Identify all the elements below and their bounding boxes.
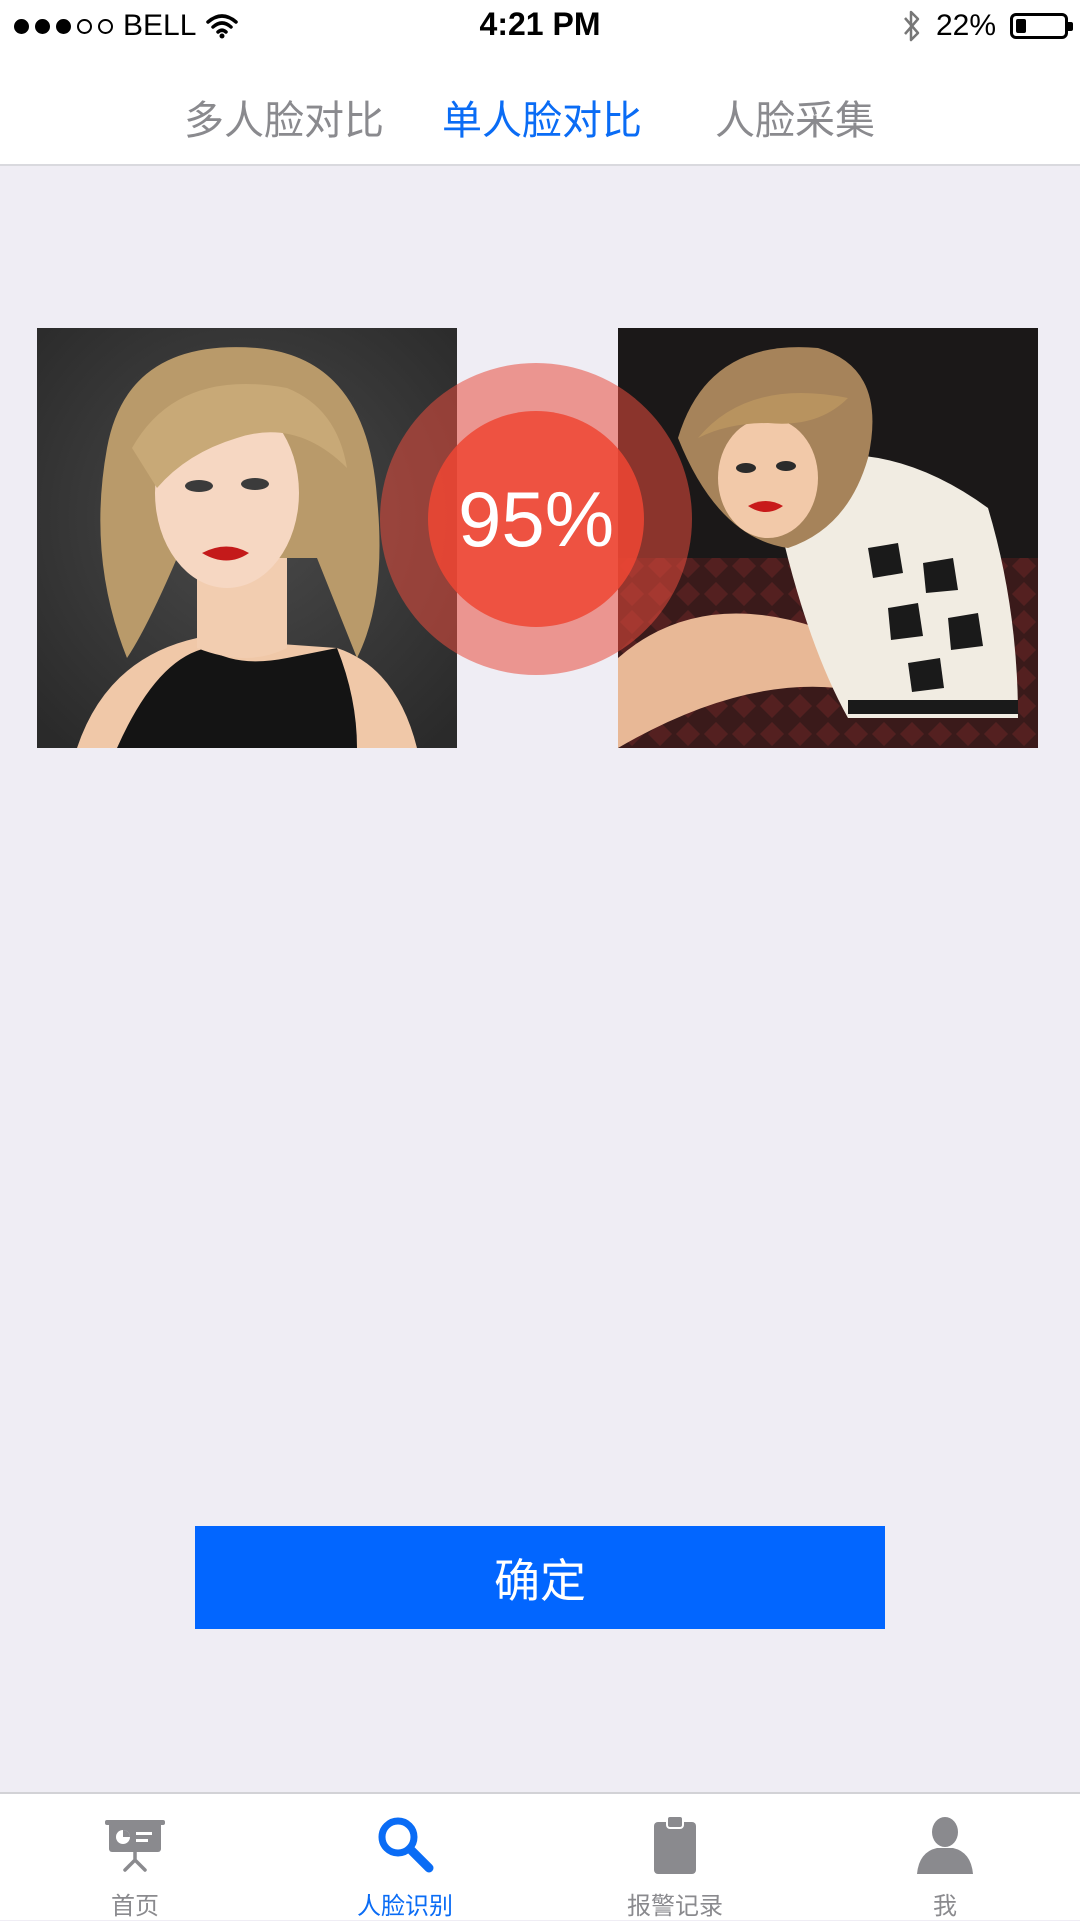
bottom-tab-me[interactable]: 我	[810, 1794, 1080, 1920]
battery-icon	[1010, 13, 1073, 39]
tab-face-capture[interactable]: 人脸采集	[715, 88, 875, 146]
clipboard-icon	[654, 1815, 696, 1874]
user-icon	[917, 1817, 973, 1874]
top-segment-tabs: 多人脸对比 单人脸对比 人脸采集	[0, 52, 1080, 166]
bottom-tab-home[interactable]: 首页	[0, 1794, 270, 1920]
bottom-tab-bar: 首页 人脸识别 报警记录 我	[0, 1792, 1080, 1920]
bottom-tab-label: 我	[933, 1892, 957, 1920]
bluetooth-icon	[904, 10, 920, 42]
similarity-score-value: 95%	[457, 474, 615, 563]
status-right: 22%	[902, 6, 1073, 46]
battery-fill	[1016, 19, 1026, 33]
bottom-tab-label: 首页	[111, 1892, 159, 1920]
tab-single-face-compare[interactable]: 单人脸对比	[442, 88, 642, 146]
presentation-board-icon	[105, 1820, 165, 1872]
bottom-tab-face-recognition[interactable]: 人脸识别	[270, 1794, 540, 1920]
search-icon	[378, 1817, 434, 1873]
battery-percentage: 22%	[935, 9, 996, 42]
bottom-tab-alarm-records[interactable]: 报警记录	[540, 1794, 810, 1920]
bottom-tab-label: 人脸识别	[357, 1892, 453, 1920]
bottom-tab-label: 报警记录	[627, 1892, 723, 1920]
confirm-button[interactable]: 确定	[195, 1526, 885, 1629]
tab-multi-face-compare[interactable]: 多人脸对比	[184, 88, 384, 146]
status-bar: BELL 4:21 PM 22%	[0, 0, 1080, 52]
